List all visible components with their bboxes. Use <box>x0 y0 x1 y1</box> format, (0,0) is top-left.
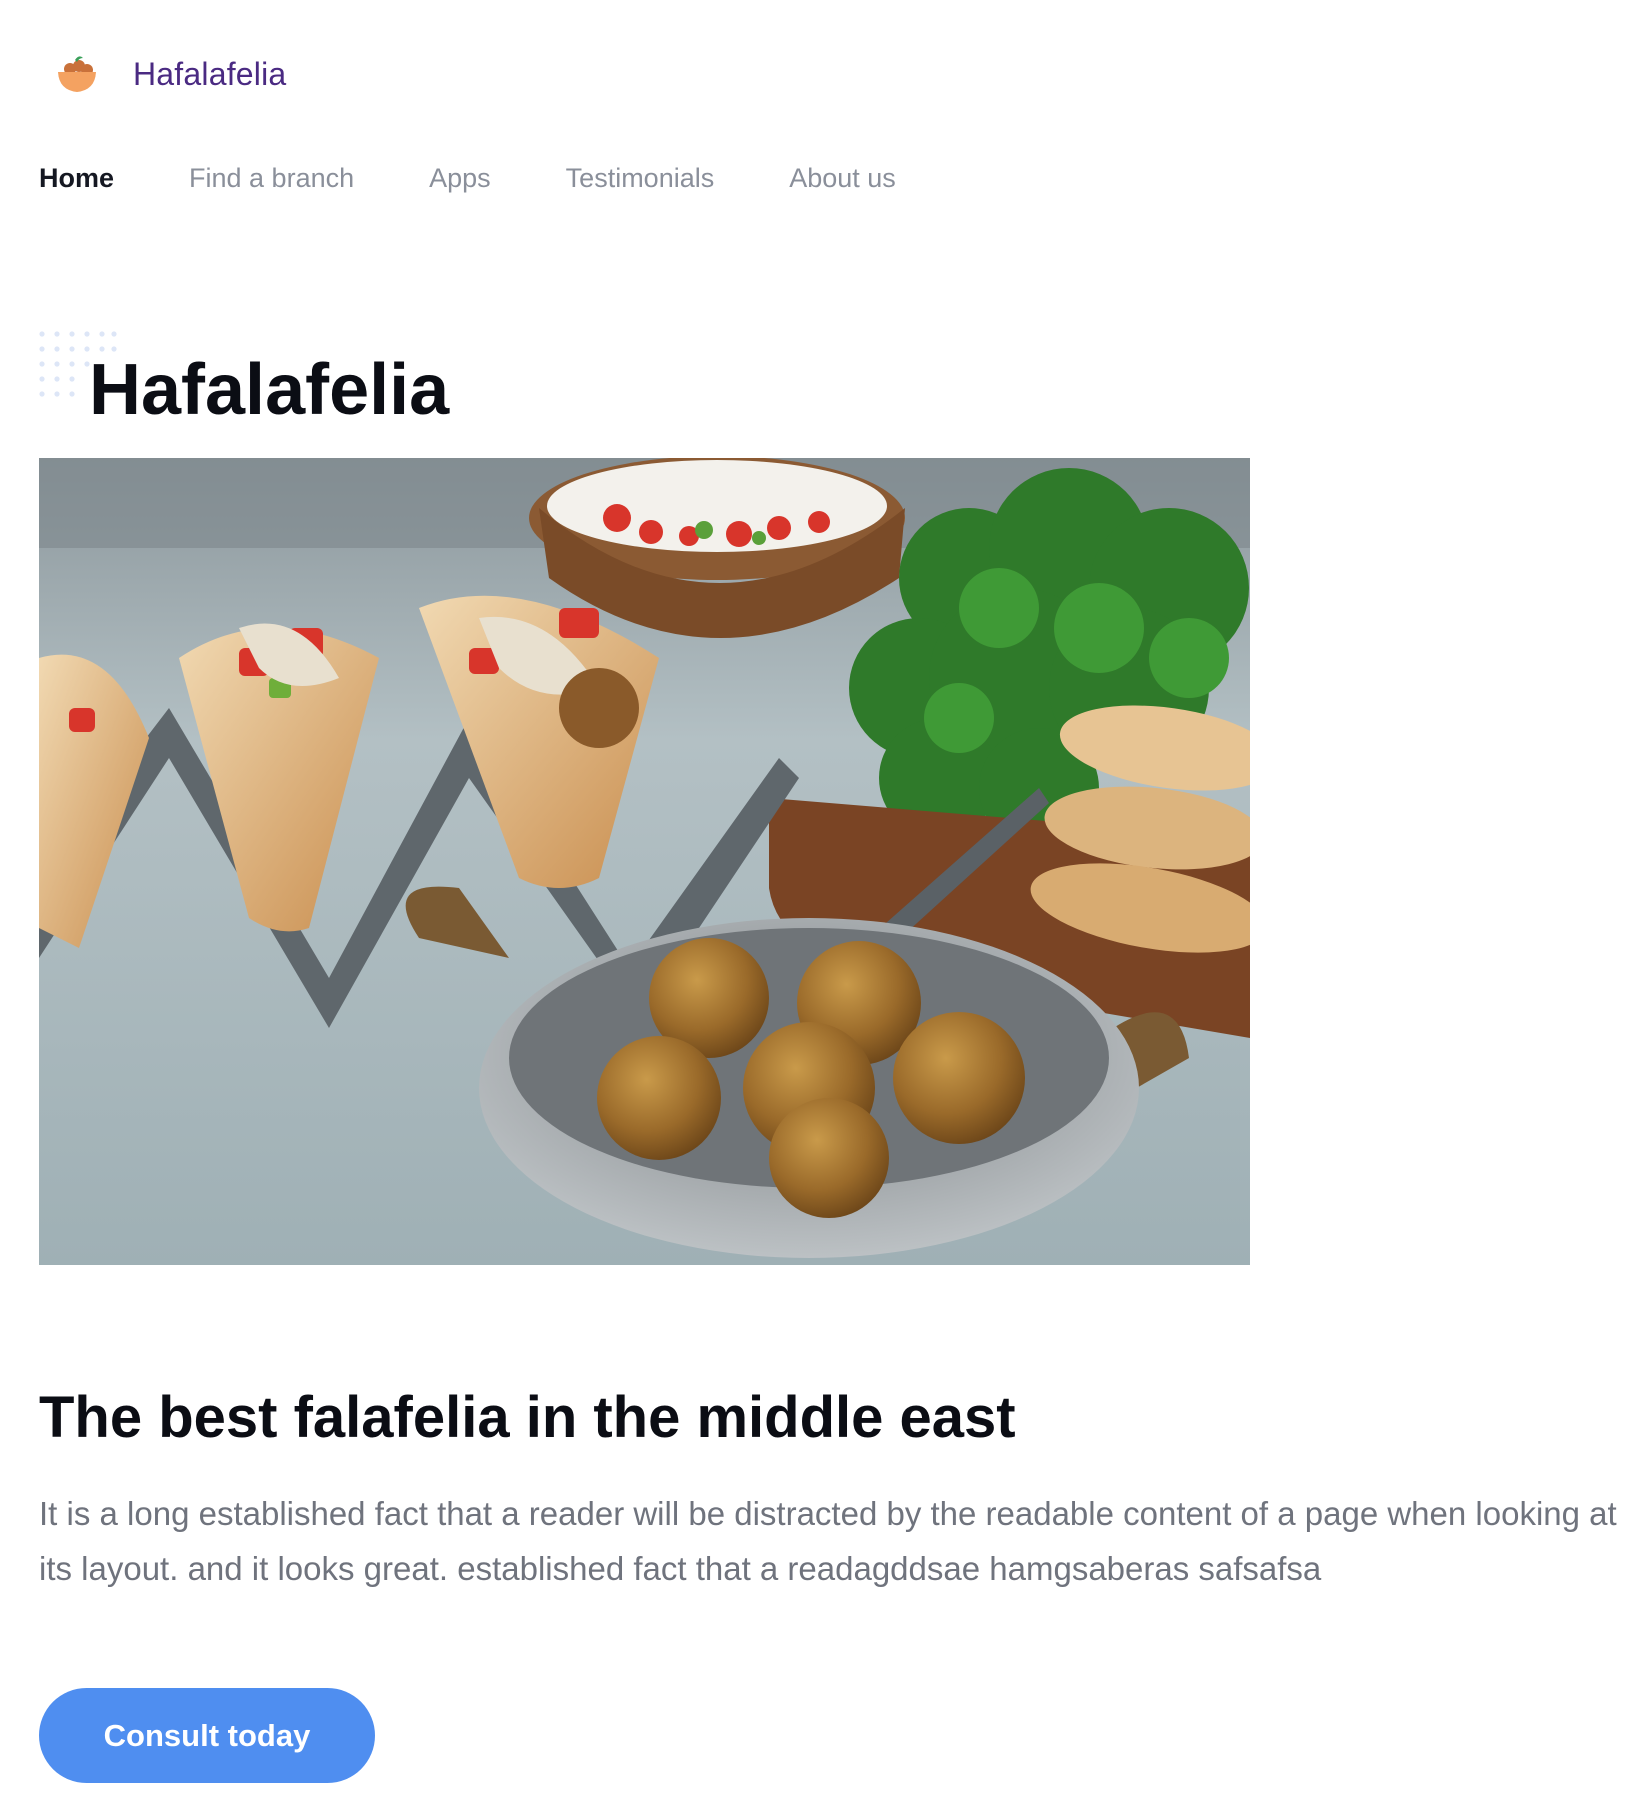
hero-title: Hafalafelia <box>89 350 450 430</box>
nav-item-apps[interactable]: Apps <box>429 163 491 194</box>
consult-today-button[interactable]: Consult today <box>39 1688 375 1783</box>
section-body-text: It is a long established fact that a rea… <box>39 1495 1617 1587</box>
brand-name: Hafalafelia <box>133 55 287 92</box>
hero-image <box>39 458 1250 1265</box>
falafel-bowl-icon <box>58 56 96 92</box>
section-title: The best falafelia in the middle east <box>39 1385 1016 1450</box>
brand[interactable]: Hafalafelia <box>55 52 286 96</box>
landing-page: Hafalafelia Home Find a branch Apps Test… <box>0 0 1634 1798</box>
main-nav: Home Find a branch Apps Testimonials Abo… <box>39 163 896 194</box>
nav-item-home[interactable]: Home <box>39 163 114 194</box>
nav-item-find-a-branch[interactable]: Find a branch <box>189 163 354 194</box>
nav-item-about-us[interactable]: About us <box>789 163 896 194</box>
nav-item-testimonials[interactable]: Testimonials <box>566 163 715 194</box>
